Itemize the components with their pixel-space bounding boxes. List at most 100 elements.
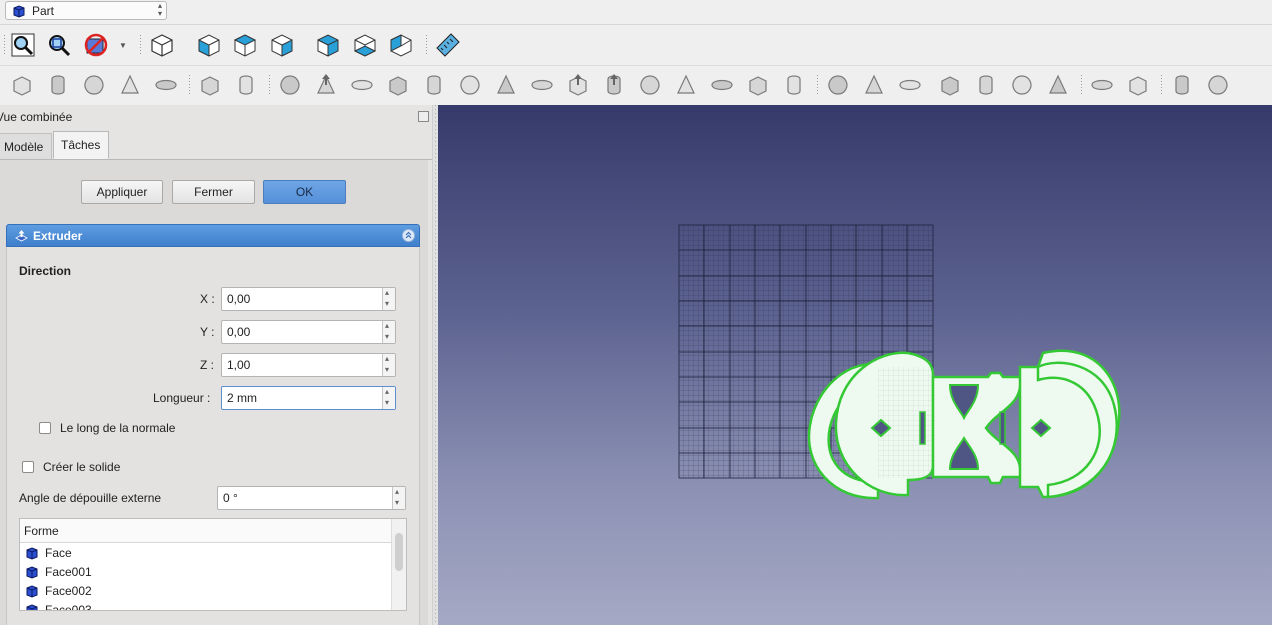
workbench-selector[interactable]: Part ▴ ▾ [5,1,167,20]
list-item-label: Face003 [45,603,92,611]
rear-view-icon[interactable] [314,31,342,59]
chamfer-icon[interactable] [456,71,484,99]
tab-tasks[interactable]: Tâches [53,131,109,159]
join-features-icon[interactable] [972,71,1000,99]
face-icon [26,585,38,598]
loft-icon[interactable] [564,71,592,99]
float-panel-button[interactable] [418,111,429,122]
workbench-label: Part [32,4,55,18]
front-view-icon[interactable] [195,31,223,59]
tab-model[interactable]: Modèle [0,133,52,159]
tube-icon[interactable] [196,71,224,99]
ruled-surface-icon[interactable] [528,71,556,99]
z-field[interactable]: 1,00 [221,353,396,377]
list-item-label: Face002 [45,584,92,598]
primitives-icon[interactable] [232,71,260,99]
list-scrollbar[interactable] [391,519,406,610]
attachment-icon[interactable] [1168,71,1196,99]
shape-list[interactable]: Forme Face Face001 Face002 Face003 [19,518,407,611]
length-label: Longueur : [153,391,211,405]
right-view-icon[interactable] [268,31,296,59]
sphere-icon[interactable] [80,71,108,99]
cylinder-icon[interactable] [44,71,72,99]
chevron-down-icon[interactable]: ▼ [119,42,127,50]
along-normal-label: Le long de la normale [60,421,176,435]
collapse-icon[interactable] [402,229,415,242]
cube-icon[interactable] [8,71,36,99]
list-item-label: Face001 [45,565,92,579]
y-value: 0,00 [227,325,251,339]
no-draw-style-icon[interactable] [82,31,110,59]
extrude-box-header: Extruder [6,224,420,247]
taper-angle-field[interactable]: 0 ° [217,486,406,510]
shape-builder-icon[interactable] [276,71,304,99]
sweep-icon[interactable] [600,71,628,99]
cone-icon[interactable] [116,71,144,99]
check-geometry-icon[interactable] [1088,71,1116,99]
close-button[interactable]: Fermer [172,180,255,204]
fit-selection-icon[interactable] [45,31,73,59]
left-view-icon[interactable] [387,31,415,59]
revolve-icon[interactable] [348,71,376,99]
toolbar-separator [1080,75,1084,95]
ok-button[interactable]: OK [263,180,346,204]
taper-angle-value: 0 ° [223,491,238,505]
extrusion-shape[interactable] [807,349,1121,500]
compound-tools-icon[interactable] [1044,71,1072,99]
x-label: X : [200,292,215,306]
projection-icon[interactable] [780,71,808,99]
3d-viewport[interactable] [438,105,1272,625]
taper-spinner[interactable] [392,486,405,509]
boolean-icon[interactable] [824,71,852,99]
z-spinner[interactable] [382,353,395,376]
face-icon [26,566,38,579]
cut-icon[interactable] [860,71,888,99]
x-value: 0,00 [227,292,251,306]
y-label: Y : [200,325,215,339]
y-field[interactable]: 0,00 [221,320,396,344]
panel-tabs: Modèle Tâches [0,131,432,160]
toolbar-separator [268,75,272,95]
panel-title: Vue combinée [0,110,73,124]
length-value: 2 mm [227,391,257,405]
cross-sections-icon[interactable] [672,71,700,99]
face-icon [26,604,38,610]
length-spinner[interactable] [382,386,395,409]
extrude-icon[interactable] [312,71,340,99]
y-spinner[interactable] [382,320,395,343]
x-spinner[interactable] [382,287,395,310]
offset-icon[interactable] [708,71,736,99]
face-icon [26,547,38,560]
refine-shape-icon[interactable] [1204,71,1232,99]
apply-button[interactable]: Appliquer [81,180,163,204]
length-field[interactable]: 2 mm [221,386,396,410]
measure-distance-icon[interactable] [434,31,462,59]
extrude-icon [15,230,28,242]
make-face-icon[interactable] [492,71,520,99]
workbench-bar: Part ▴ ▾ [0,0,1272,25]
thickness-icon[interactable] [744,71,772,99]
torus-icon[interactable] [152,71,180,99]
common-icon[interactable] [936,71,964,99]
toolbar-separator [425,35,429,55]
x-field[interactable]: 0,00 [221,287,396,311]
mirror-icon[interactable] [384,71,412,99]
toolbar-separator [1160,75,1164,95]
part-toolbar [0,66,1272,104]
z-label: Z : [200,358,214,372]
create-solid-checkbox[interactable] [22,461,34,473]
scrollbar-thumb[interactable] [395,533,403,571]
fillet-icon[interactable] [420,71,448,99]
fit-all-icon[interactable] [9,31,37,59]
section-icon[interactable] [636,71,664,99]
isometric-view-icon[interactable] [148,31,176,59]
defeaturing-icon[interactable] [1124,71,1152,99]
taper-angle-label: Angle de dépouille externe [19,491,162,505]
fuse-icon[interactable] [896,71,924,99]
split-features-icon[interactable] [1008,71,1036,99]
bottom-view-icon[interactable] [351,31,379,59]
z-value: 1,00 [227,358,251,372]
viewport-scene[interactable] [438,105,1272,625]
top-view-icon[interactable] [231,31,259,59]
along-normal-checkbox[interactable] [39,422,51,434]
